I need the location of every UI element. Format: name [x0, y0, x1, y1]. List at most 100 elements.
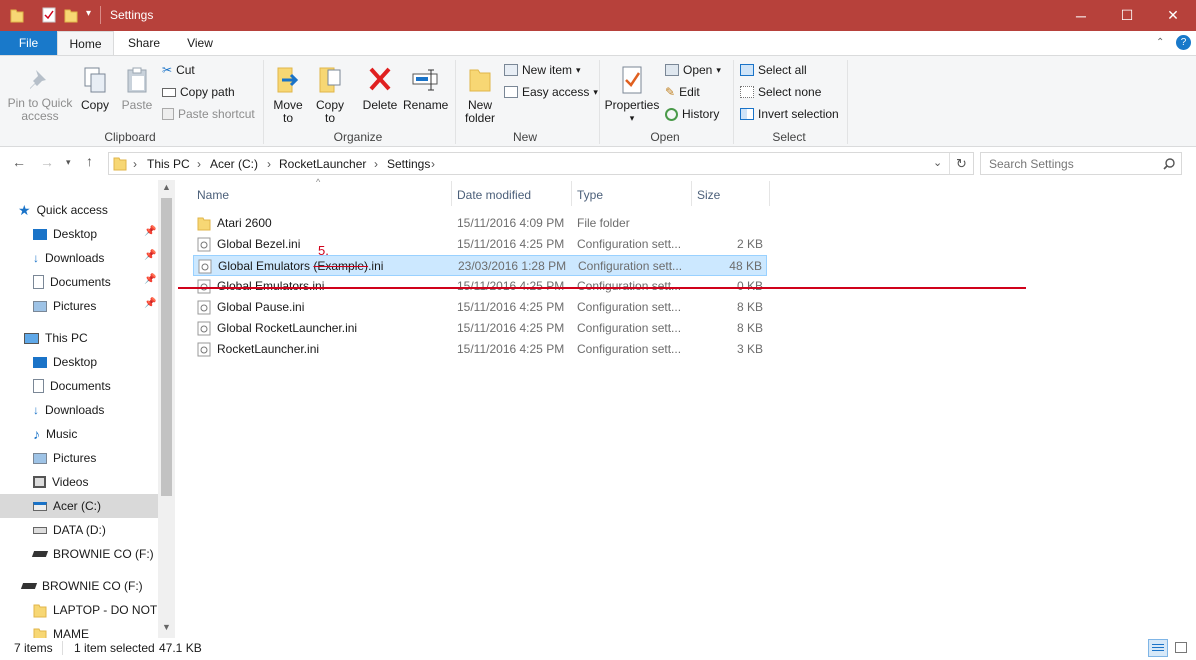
move-to-button[interactable]: Move to [270, 64, 306, 125]
column-divider[interactable] [769, 181, 770, 206]
nav-quick-pictures[interactable]: Pictures [33, 294, 158, 318]
new-folder-button[interactable]: New folder [460, 64, 500, 125]
help-icon[interactable]: ? [1176, 35, 1191, 50]
recent-locations-chevron-icon[interactable]: ▾ [66, 157, 71, 168]
nav-pc-downloads[interactable]: ↓ Downloads [33, 398, 104, 422]
file-row[interactable]: Global Pause.ini 15/11/2016 4:25 PM Conf… [193, 297, 767, 318]
pin-icon: 📌 [144, 298, 157, 309]
column-divider[interactable] [571, 181, 572, 206]
window-title: Settings [110, 8, 154, 22]
copy-path-button[interactable]: Copy path [162, 82, 235, 102]
file-row-selected[interactable]: Global Emulators (Example).ini 23/03/201… [193, 255, 767, 276]
column-header-date[interactable]: Date modified [453, 186, 571, 206]
collapse-ribbon-icon[interactable]: ⌃ [1156, 37, 1164, 48]
pin-to-quick-access-button[interactable]: Pin to Quick access [4, 66, 76, 123]
rename-button[interactable]: Rename [403, 64, 448, 112]
column-divider[interactable] [451, 181, 452, 206]
file-size: 8 KB [736, 321, 763, 335]
nav-pc-acer-drive[interactable]: Acer (C:) [0, 494, 158, 518]
copy-button[interactable]: Copy [78, 66, 112, 112]
properties-quick-icon[interactable] [42, 7, 56, 23]
nav-pc-pictures[interactable]: Pictures [33, 446, 96, 470]
file-date: 15/11/2016 4:25 PM [457, 279, 565, 293]
column-divider[interactable] [691, 181, 692, 206]
scroll-down-icon[interactable]: ▼ [162, 622, 171, 632]
breadcrumb-settings[interactable]: Settings [387, 157, 430, 171]
nav-pc-documents[interactable]: Documents [33, 374, 111, 398]
paste-shortcut-button[interactable]: Paste shortcut [162, 104, 255, 124]
new-folder-quick-icon[interactable] [64, 7, 78, 23]
copy-label: Copy [80, 98, 109, 112]
edit-button[interactable]: ✎ Edit [665, 82, 700, 102]
tab-share[interactable]: Share [116, 31, 172, 56]
address-bar[interactable]: › This PC › Acer (C:) › RocketLauncher ›… [108, 152, 974, 175]
column-header-size[interactable]: Size [693, 186, 769, 206]
nav-pc-videos[interactable]: Videos [33, 470, 88, 494]
nav-quick-desktop[interactable]: Desktop [33, 222, 158, 246]
breadcrumb-rocketlauncher[interactable]: RocketLauncher [279, 157, 366, 171]
file-row[interactable]: RocketLauncher.ini 15/11/2016 4:25 PM Co… [193, 339, 767, 360]
refresh-icon[interactable]: ↻ [949, 153, 973, 174]
file-row[interactable]: Atari 2600 15/11/2016 4:09 PM File folde… [193, 213, 767, 234]
close-button[interactable]: ✕ [1150, 0, 1196, 31]
address-dropdown-chevron-icon[interactable]: ⌄ [933, 156, 942, 169]
nav-folder-laptop[interactable]: LAPTOP - DO NOT D [33, 598, 158, 622]
details-view-icon[interactable] [1148, 639, 1168, 657]
nav-this-pc[interactable]: This PC [0, 326, 158, 350]
folder-icon [10, 9, 24, 23]
select-all-button[interactable]: Select all [740, 60, 807, 80]
delete-label: Delete [362, 98, 398, 112]
nav-brownie-root[interactable]: BROWNIE CO (F:) [0, 574, 158, 598]
breadcrumb-this-pc[interactable]: This PC [147, 157, 190, 171]
quick-access-dropdown-icon[interactable]: ▾ [86, 8, 91, 19]
delete-button[interactable]: Delete [360, 64, 400, 112]
file-name: Global Bezel.ini [217, 237, 301, 251]
file-type: Configuration sett... [577, 279, 682, 293]
new-item-button[interactable]: New item ▾ [504, 60, 581, 80]
scrollbar-thumb[interactable] [161, 198, 172, 496]
tab-home[interactable]: Home [57, 31, 114, 56]
maximize-button[interactable]: ☐ [1104, 0, 1150, 31]
copy-to-button[interactable]: Copy to [312, 64, 348, 125]
paste-shortcut-icon [162, 108, 174, 120]
up-arrow-icon[interactable]: ↑ [86, 153, 93, 169]
properties-button[interactable]: Properties ▾ [604, 64, 660, 125]
nav-folder-mame[interactable]: MAME [33, 622, 89, 638]
select-none-button[interactable]: Select none [740, 82, 821, 102]
breadcrumb-separator: › [374, 157, 378, 171]
column-header-name[interactable]: Name [193, 186, 451, 206]
easy-access-button[interactable]: Easy access ▾ [504, 82, 598, 102]
large-icons-view-icon[interactable] [1172, 639, 1192, 657]
minimize-button[interactable]: ─ [1058, 0, 1104, 31]
nav-quick-access[interactable]: ★ Quick access [0, 198, 158, 222]
open-button[interactable]: Open ▾ [665, 60, 721, 80]
nav-pc-music[interactable]: ♪ Music [33, 422, 77, 446]
scroll-up-icon[interactable]: ▲ [162, 182, 171, 192]
back-arrow-icon[interactable]: ← [12, 154, 26, 170]
nav-pc-data-drive[interactable]: DATA (D:) [33, 518, 106, 542]
history-button[interactable]: History [665, 104, 719, 124]
paste-button[interactable]: Paste [118, 66, 156, 112]
file-row[interactable]: Global RocketLauncher.ini 15/11/2016 4:2… [193, 318, 767, 339]
nav-pc-desktop[interactable]: Desktop [33, 350, 97, 374]
forward-arrow-icon[interactable]: → [40, 154, 54, 170]
group-divider [599, 60, 600, 144]
navigation-pane: ★ Quick access Desktop ↓ Downloads Docum… [0, 180, 158, 638]
nav-label: Pictures [53, 451, 97, 465]
search-box[interactable]: Search Settings [980, 152, 1182, 175]
nav-quick-downloads[interactable]: ↓ Downloads [33, 246, 158, 270]
tab-file[interactable]: File [0, 31, 57, 56]
nav-scrollbar[interactable]: ▲ ▼ [158, 180, 175, 638]
nav-quick-documents[interactable]: Documents [33, 270, 158, 294]
nav-label: MAME [53, 627, 89, 638]
cut-button[interactable]: ✂ Cut [162, 60, 195, 80]
file-row[interactable]: Global Bezel.ini 15/11/2016 4:25 PM Conf… [193, 234, 767, 255]
tab-view[interactable]: View [172, 31, 228, 56]
search-input[interactable]: Search Settings [989, 157, 1074, 171]
star-icon: ★ [18, 201, 31, 218]
nav-pc-brownie-drive[interactable]: BROWNIE CO (F:) [31, 542, 154, 566]
invert-selection-button[interactable]: Invert selection [740, 104, 839, 124]
column-header-type[interactable]: Type [573, 186, 691, 206]
search-icon[interactable] [1163, 158, 1175, 170]
breadcrumb-acer[interactable]: Acer (C:) [210, 157, 258, 171]
